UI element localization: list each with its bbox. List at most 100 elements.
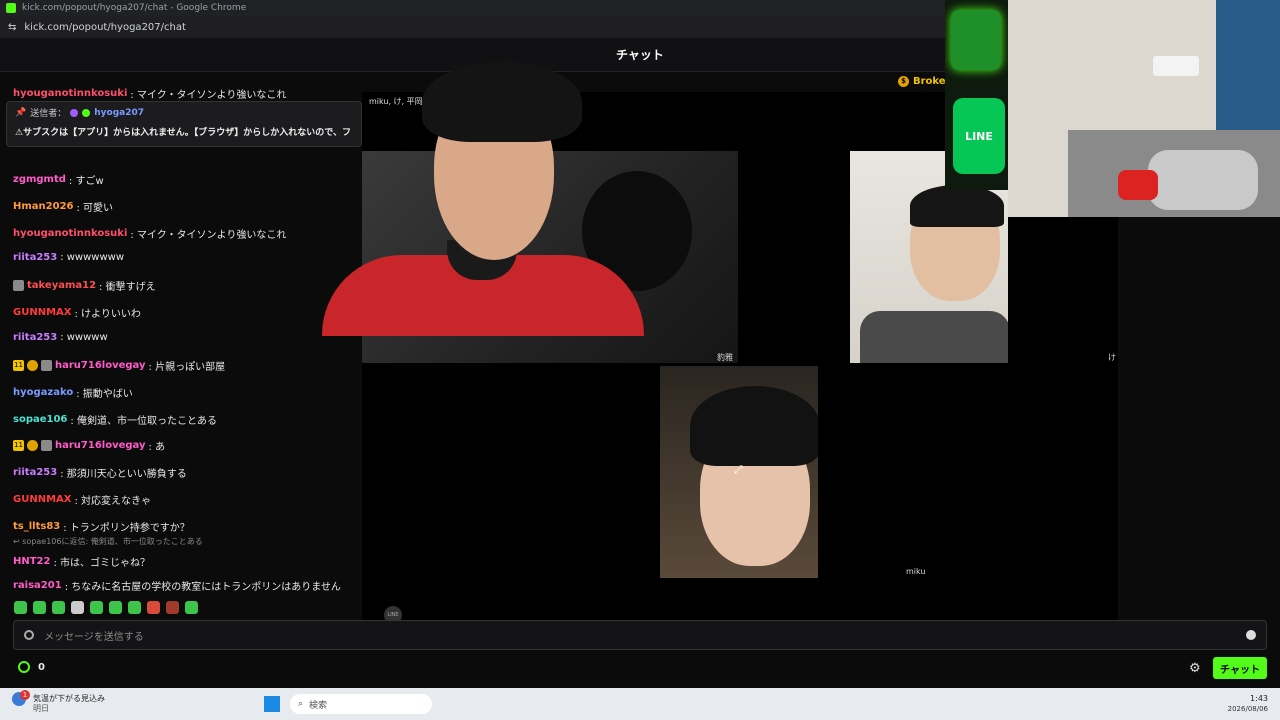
pinned-sender-name[interactable]: hyoga207 (94, 108, 144, 118)
chat-message: raisa201: ちなみに名古屋の学校の教室にはトランポリンはありません (13, 578, 341, 593)
streamer-overlay (322, 60, 644, 336)
chat-username[interactable]: riita253 (13, 467, 57, 478)
red-item-shape (1118, 170, 1158, 200)
taskbar-search-placeholder: 検索 (309, 700, 328, 711)
pinned-message[interactable]: 📌 送信者： hyoga207 ⚠サブスクは【アプリ】からは入れません。【ブラウ… (6, 101, 362, 147)
chat-message: riita253: wwwww (13, 332, 108, 343)
viewer-count[interactable]: 0 (18, 661, 45, 673)
pinned-sender-label: 送信者： (30, 109, 67, 119)
emote-icon[interactable] (109, 601, 122, 614)
chat-message: 11 haru716lovegay: 片親っぽい部屋 (13, 358, 225, 373)
chat-username[interactable]: Hman2026 (13, 201, 74, 212)
windows-taskbar (0, 688, 1280, 720)
emote-icon[interactable] (14, 601, 27, 614)
hair-shape (910, 185, 1004, 227)
chat-message: GUNNMAX: けよりいいわ (13, 305, 141, 320)
chat-message: ts_llts83: トランポリン持参ですか？ (13, 519, 190, 534)
chat-username[interactable]: HNT22 (13, 556, 50, 567)
send-chat-button[interactable]: チャット (1213, 657, 1267, 679)
chat-text: : 俺剣道、市一位取ったことある (70, 416, 217, 427)
line-app-icon: LINE (953, 98, 1005, 174)
emoji-picker-icon[interactable] (1246, 630, 1256, 640)
chat-text: : wwwwwww (60, 252, 125, 263)
avatar-badge-icon (41, 360, 52, 371)
chat-username[interactable]: sopae106 (13, 414, 67, 425)
emote-row (14, 601, 198, 614)
chat-text: : ちなみに名古屋の学校の教室にはトランポリンはありません (64, 582, 341, 593)
chat-username[interactable]: zgmgmtd (13, 174, 66, 185)
emote-icon[interactable] (52, 601, 65, 614)
subscriber-badge: 11 (13, 360, 24, 371)
chat-message: HNT22: 市は、ゴミじゃね？ (13, 554, 150, 569)
shield-icon (24, 630, 34, 640)
ad-line-label: LINE (965, 129, 993, 143)
chat-message-partial: hyouganotinnkosuki : マイク・タイソンより強いなこれ (13, 86, 286, 101)
chat-username[interactable]: ts_llts83 (13, 521, 60, 532)
expand-icon[interactable]: ⤢ (734, 463, 748, 477)
chat-text: : 振動やばい (76, 389, 133, 400)
chat-username[interactable]: haru716lovegay (55, 440, 146, 451)
coin-badge-icon (27, 440, 38, 451)
chat-username[interactable]: GUNNMAX (13, 307, 71, 318)
video-tile-1-name: 豹雅 (717, 353, 733, 362)
chat-username[interactable]: takeyama12 (27, 280, 96, 291)
chat-username[interactable]: haru716lovegay (55, 360, 146, 371)
window-title: kick.com/popout/hyoga207/chat - Google C… (22, 3, 247, 13)
chat-username[interactable]: riita253 (13, 252, 57, 263)
chat-text: : 片親っぽい部屋 (148, 362, 226, 373)
chat-text: : マイク・タイソンより強いなこれ (130, 90, 287, 101)
chat-message: sopae106: 俺剣道、市一位取ったことある (13, 412, 217, 427)
chat-username[interactable]: hyouganotinnkosuki (13, 88, 127, 99)
emote-icon[interactable] (147, 601, 160, 614)
chat-text: : 市は、ゴミじゃね？ (53, 558, 151, 569)
green-glow-shape (951, 10, 1001, 70)
clock-date[interactable]: 2026/08/06 (1222, 705, 1268, 713)
chat-message: hyogazako: 振動やばい (13, 385, 133, 400)
shirt-shape (860, 311, 1008, 363)
emote-icon[interactable] (128, 601, 141, 614)
emote-icon[interactable] (166, 601, 179, 614)
coin-badge-icon (27, 360, 38, 371)
hair-shape (422, 62, 582, 142)
chat-message-list[interactable]: hyouganotinnkosuki : マイク・タイソンより強いなこれ zgm… (0, 72, 362, 617)
settings-gear-icon[interactable]: ⚙ (1189, 661, 1201, 676)
chat-text: : 対応変えなきゃ (74, 496, 152, 507)
taskbar-search[interactable]: ⌕ 検索 (290, 694, 432, 714)
clock-time[interactable]: 1:43 (1230, 694, 1268, 703)
chat-username[interactable]: GUNNMAX (13, 494, 71, 505)
brokey-tag[interactable]: $ Brokey (898, 76, 952, 87)
chat-text: : 那須川天心といい勝負する (60, 469, 187, 480)
chat-username[interactable]: raisa201 (13, 580, 62, 591)
chat-text: : すごw (68, 176, 104, 187)
notification-badge: 1 (20, 690, 30, 700)
chat-input[interactable]: メッセージを送信する (13, 620, 1267, 650)
chat-username[interactable]: hyouganotinnkosuki (13, 228, 127, 239)
windows-start-icon[interactable] (264, 696, 280, 712)
url-text[interactable]: kick.com/popout/hyoga207/chat (24, 22, 186, 33)
search-icon: ⌕ (298, 699, 304, 709)
avatar-badge-icon (13, 280, 24, 291)
chat-message: 11 haru716lovegay: あ (13, 438, 165, 453)
emote-icon[interactable] (185, 601, 198, 614)
video-tile-3-name: miku (906, 567, 926, 576)
chat-message: Hman2026: 可愛い (13, 199, 113, 214)
emote-icon[interactable] (71, 601, 84, 614)
hair-shape (690, 386, 818, 466)
video-tile-3[interactable]: ⤢ (660, 366, 818, 578)
chat-username[interactable]: hyogazako (13, 387, 73, 398)
reply-hint[interactable]: ↩ sopae106に返信: 俺剣道、市一位取ったことある (13, 536, 203, 547)
chat-input-placeholder: メッセージを送信する (44, 631, 144, 643)
chat-text: : けよりいいわ (74, 309, 141, 320)
points-count: 0 (38, 661, 45, 673)
ad-overlay: LINE (945, 0, 1008, 190)
chat-username[interactable]: riita253 (13, 332, 57, 343)
blanket-shape (1148, 150, 1258, 210)
emote-icon[interactable] (33, 601, 46, 614)
chat-message: hyouganotinnkosuki: マイク・タイソンより強いなこれ (13, 226, 286, 241)
chat-text: : 可愛い (76, 203, 114, 214)
site-settings-icon[interactable]: ⇆ (8, 22, 16, 33)
pin-icon: 📌 (15, 107, 27, 118)
emote-icon[interactable] (90, 601, 103, 614)
weather-line2: 明日 (33, 704, 49, 713)
video-tile-2-name: け (1108, 353, 1116, 362)
